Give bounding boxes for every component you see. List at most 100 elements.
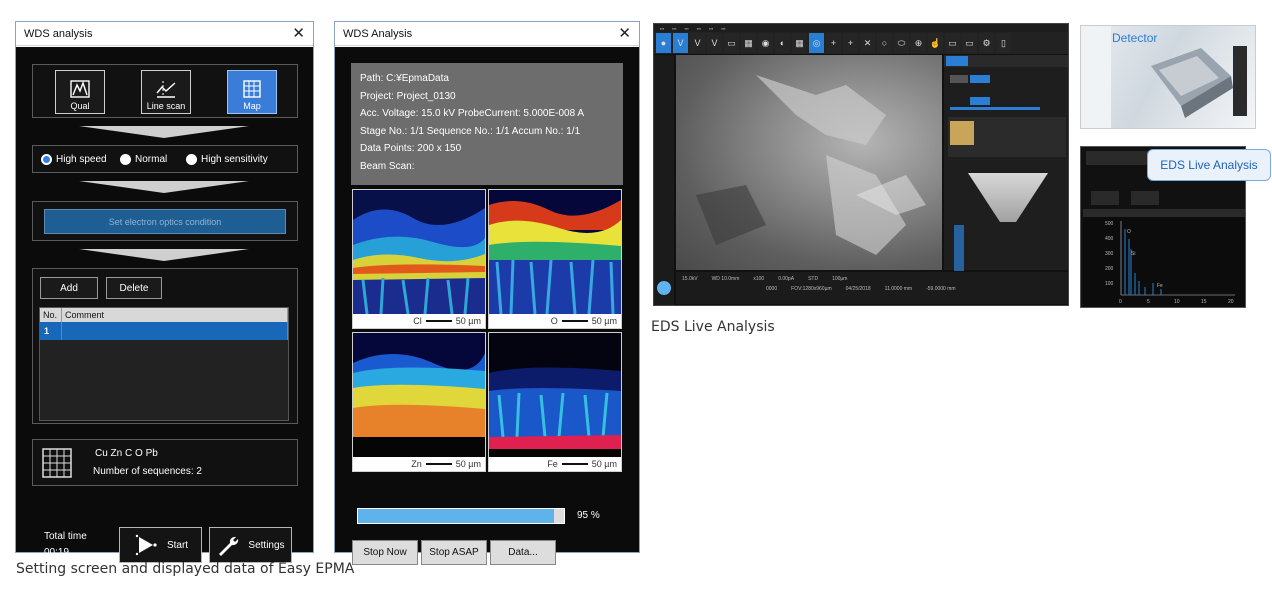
tool-icon[interactable]: ◉ (758, 33, 773, 53)
map-image-zn (353, 333, 485, 457)
menu-item[interactable]: ▪▪▪ (721, 26, 725, 31)
detector-view (968, 173, 1048, 222)
x-tick: 15 (1201, 299, 1207, 305)
line-scan-icon (156, 81, 176, 98)
panel-tab-active[interactable] (946, 56, 968, 66)
peak-label-si: Si (1131, 251, 1135, 257)
tool-icon[interactable]: ● (656, 33, 671, 53)
normal-radio[interactable]: Normal (120, 154, 167, 165)
flow-arrow (79, 126, 249, 138)
menu-item[interactable]: ▪▪▪ (685, 26, 689, 31)
sequence-count: Number of sequences: 2 (93, 466, 202, 477)
tool-icon[interactable]: ◎ (809, 33, 824, 53)
analysis-progress-bar (357, 508, 565, 524)
line-scan-mode-button[interactable]: Line scan (141, 70, 191, 114)
status-y: -59.0000 mm (926, 286, 956, 292)
line-scan-label: Line scan (146, 101, 186, 111)
menu-item[interactable]: ▪▪▪ (660, 26, 664, 31)
settings-button[interactable]: Settings (209, 527, 292, 563)
stop-asap-button[interactable]: Stop ASAP (421, 540, 487, 565)
toggle-on[interactable] (970, 97, 990, 105)
tool-icon[interactable]: ☝ (928, 33, 943, 53)
tool-icon[interactable]: ▭ (945, 33, 960, 53)
right-control-panel (944, 55, 1068, 271)
tool-icon[interactable]: ▯ (996, 33, 1011, 53)
tool-icon[interactable]: ▭ (724, 33, 739, 53)
table-row[interactable]: 1 (40, 322, 288, 340)
tool-icon[interactable]: ✕ (860, 33, 875, 53)
status-indicator (657, 281, 671, 295)
progress-fill (358, 509, 554, 523)
data-button[interactable]: Data... (490, 540, 556, 565)
tool-icon[interactable]: + (843, 33, 858, 53)
tool-icon[interactable]: V (707, 33, 722, 53)
delete-button[interactable]: Delete (106, 277, 162, 299)
left-tool-strip (654, 55, 674, 305)
toolbar: ● V V V ▭ ▦ ◉ ◐ ▦ ◎ + + ✕ ○ ⬭ ⊕ ☝ ▭ ▭ ⚙ … (654, 32, 1068, 54)
y-tick: 200 (1105, 266, 1114, 272)
map-cl[interactable]: Cl 50 µm (352, 189, 486, 329)
toggle-on[interactable] (970, 75, 990, 83)
status-fov: FOV:1280x960µm (791, 286, 832, 292)
slider-track[interactable] (950, 107, 1040, 110)
wrench-icon (219, 536, 239, 556)
high-sensitivity-radio[interactable]: High sensitivity (186, 154, 268, 165)
tool-icon[interactable]: ⬭ (894, 33, 909, 53)
x-tick: 10 (1174, 299, 1180, 305)
tool-icon[interactable]: ▦ (792, 33, 807, 53)
stop-now-button[interactable]: Stop Now (352, 540, 418, 565)
status-date: 04/25/2018 (845, 286, 871, 292)
y-tick: 500 (1105, 221, 1114, 227)
map-zn[interactable]: Zn 50 µm (352, 332, 486, 472)
panel-tabs (944, 55, 1068, 67)
sem-image[interactable] (676, 55, 942, 270)
zoom-slider[interactable] (954, 225, 964, 271)
status-frame: 0000 (766, 286, 778, 292)
tool-icon[interactable]: V (673, 33, 688, 53)
panel-button[interactable] (1091, 191, 1119, 205)
status-x: 11.0000 mm (884, 286, 913, 292)
tool-icon[interactable]: ○ (877, 33, 892, 53)
stage-thumbnail (950, 121, 974, 145)
map-fe[interactable]: Fe 50 µm (488, 332, 622, 472)
status-scale: 100µm (832, 276, 848, 282)
menu-item[interactable]: ▪▪▪ (697, 26, 701, 31)
toggle-off[interactable] (950, 75, 968, 83)
info-path: Path: C:¥EpmaData (360, 73, 449, 84)
info-project: Project: Project_0130 (360, 90, 456, 102)
stage-thumbnail-panel (948, 117, 1066, 157)
info-beam-scan: Beam Scan: (360, 160, 415, 172)
y-tick: 400 (1105, 236, 1114, 242)
window-title: WDS analysis (24, 27, 93, 40)
wds-results-panel: Path: C:¥EpmaData Project: Project_0130 … (335, 47, 639, 565)
detector-illustration (1081, 26, 1247, 128)
map-mode-button[interactable]: Map (227, 70, 277, 114)
set-electron-optics-button[interactable]: Set electron optics condition (44, 209, 286, 234)
tool-icon[interactable]: + (826, 33, 841, 53)
menu-item[interactable]: ▪▪▪ (672, 26, 676, 31)
eds-live-analysis-screen: ▪▪▪ ▪▪▪ ▪▪▪ ▪▪▪ ▪▪▪ ▪▪▪ ● V V V ▭ ▦ ◉ ◐ ▦ ◎ +… (653, 23, 1069, 306)
tool-icon[interactable]: ▦ (741, 33, 756, 53)
status-bar: 15.0kV WD 10.0mm x100 0.00pA STD 100µm 0… (676, 272, 1068, 304)
map-o[interactable]: O 50 µm (488, 189, 622, 329)
x-tick: 5 (1147, 299, 1150, 305)
y-tick: 300 (1105, 251, 1114, 257)
start-button[interactable]: Start (119, 527, 202, 563)
qual-mode-button[interactable]: Qual (55, 70, 105, 114)
tool-icon[interactable]: ◐ (775, 33, 790, 53)
tool-icon[interactable]: ▭ (962, 33, 977, 53)
high-speed-radio[interactable]: High speed (41, 154, 107, 165)
menu-item[interactable]: ▪▪▪ (709, 26, 713, 31)
map-image-fe (489, 333, 621, 457)
close-icon[interactable]: ✕ (292, 26, 305, 41)
wds-settings-panel: Qual Line scan Map High speed Normal Hig… (16, 47, 313, 563)
eds-live-callout: EDS Live Analysis (1147, 149, 1271, 181)
optics-section: Set electron optics condition (32, 201, 298, 241)
sequence-table: No. Comment 1 (39, 307, 289, 421)
add-button[interactable]: Add (40, 277, 98, 299)
close-icon[interactable]: ✕ (618, 26, 631, 41)
tool-icon[interactable]: ⊕ (911, 33, 926, 53)
tool-icon[interactable]: ⚙ (979, 33, 994, 53)
panel-button[interactable] (1131, 191, 1159, 205)
tool-icon[interactable]: V (690, 33, 705, 53)
